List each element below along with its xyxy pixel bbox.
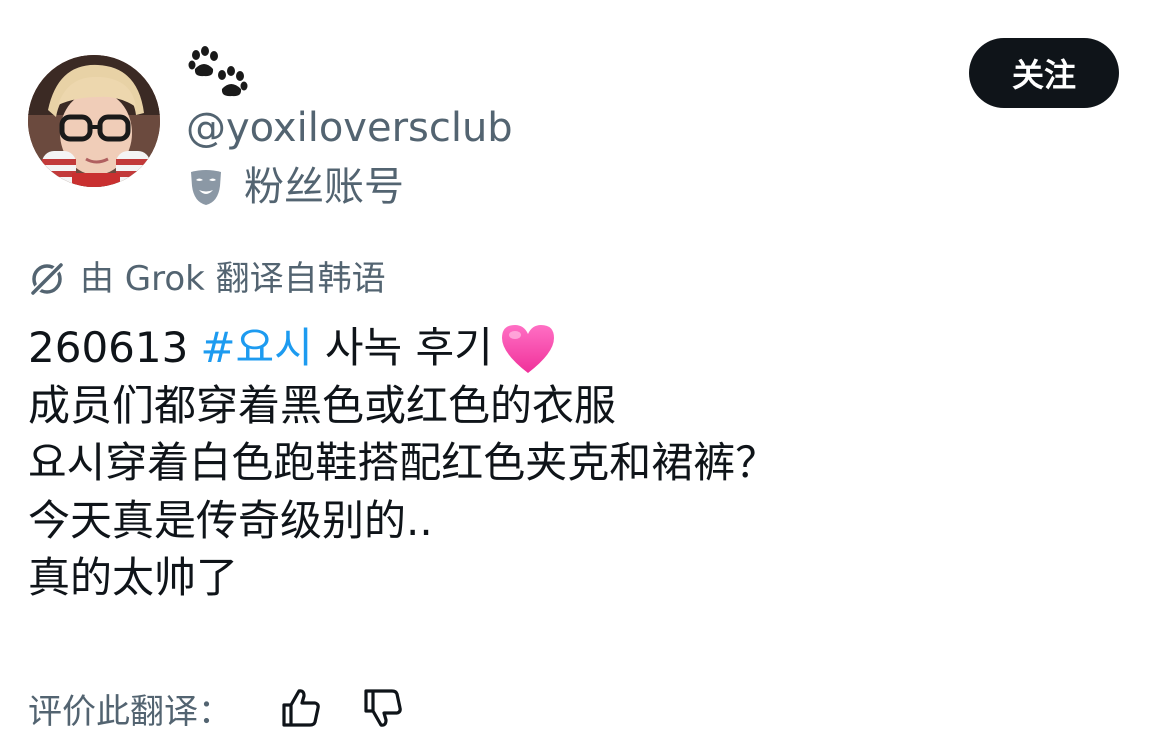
hashtag-link[interactable]: #요시 (200, 319, 312, 377)
tweet-line-5: 真的太帅了 (28, 553, 239, 602)
user-handle[interactable]: @yoxiloversclub (186, 104, 513, 152)
account-label: 粉丝账号 (188, 162, 404, 212)
tweet-line-1: 260613 #요시 사녹 후기 (28, 319, 1128, 377)
avatar[interactable] (28, 55, 160, 187)
thumbs-up-icon (282, 689, 320, 727)
tweet-date-text: 260613 (28, 323, 189, 372)
tweet-line-1-suffix: 사녹 후기 (324, 323, 493, 372)
paw-prints-icon (188, 46, 248, 97)
pink-heart-emoji-icon (501, 324, 554, 373)
rate-translation-label: 评价此翻译： (28, 691, 232, 732)
thumbs-up-button[interactable] (274, 683, 328, 733)
tweet-line-4: 今天真是传奇级别的.. (28, 495, 433, 545)
thumbs-down-button[interactable] (356, 683, 410, 733)
tweet-line-2: 成员们都穿着黑色或红色的衣服 (28, 380, 617, 430)
account-label-text: 粉丝账号 (244, 164, 404, 210)
theater-mask-icon (191, 170, 221, 205)
translation-notice-text: 由 Grok 翻译自韩语 (80, 259, 386, 299)
tweet-text: 260613 #요시 사녹 후기 成员们都穿着黑色或红色的衣服 요시穿着白色跑鞋… (28, 319, 1128, 607)
tweet-line-3: 요시穿着白色跑鞋搭配红色夹克和裙裤？ (28, 438, 778, 487)
rate-translation: 评价此翻译： (28, 683, 410, 733)
avatar-image (28, 55, 160, 187)
grok-icon (29, 261, 65, 297)
display-name-paw-emoji[interactable] (186, 45, 248, 99)
follow-button[interactable]: 关注 (969, 38, 1119, 108)
thumbs-down-icon (364, 689, 402, 727)
translation-notice[interactable]: 由 Grok 翻译自韩语 (28, 255, 386, 303)
